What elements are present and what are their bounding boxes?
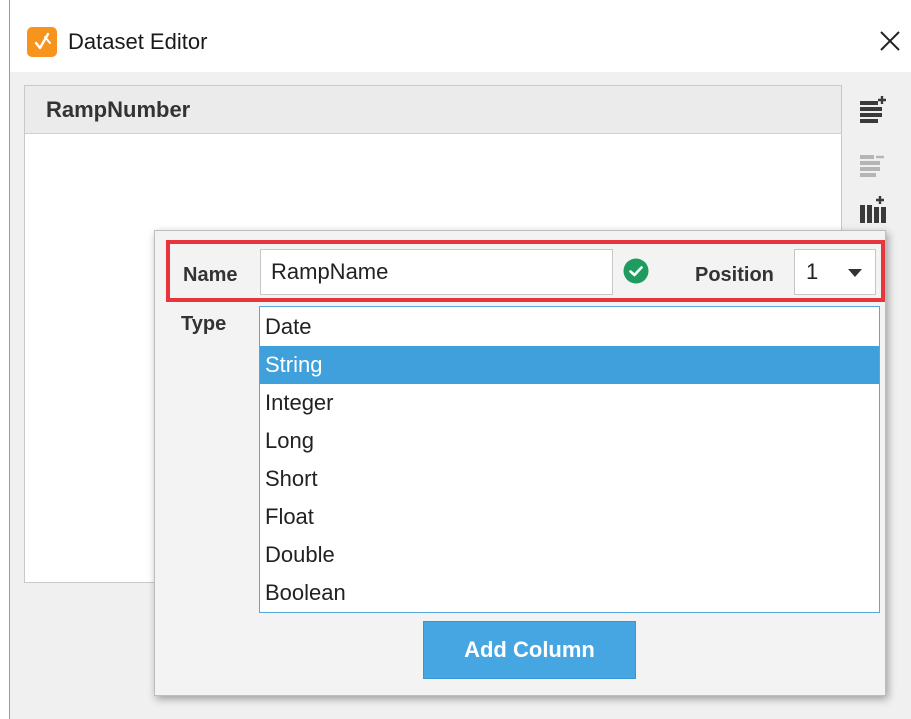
type-option-boolean[interactable]: Boolean bbox=[260, 574, 879, 612]
name-input[interactable] bbox=[260, 249, 613, 295]
add-column-button[interactable] bbox=[858, 95, 888, 125]
column-header-label: RampNumber bbox=[46, 97, 191, 122]
add-row-icon bbox=[860, 196, 886, 223]
type-option-short[interactable]: Short bbox=[260, 460, 879, 498]
type-label: Type bbox=[181, 313, 227, 335]
close-icon bbox=[880, 31, 900, 51]
type-list[interactable]: Date String Integer Long Short Float Dou… bbox=[259, 306, 880, 613]
type-option-integer[interactable]: Integer bbox=[260, 384, 879, 422]
position-value: 1 bbox=[806, 259, 819, 284]
add-column-submit-button[interactable]: Add Column bbox=[423, 621, 636, 679]
title-bar: Dataset Editor bbox=[10, 0, 911, 72]
type-option-date[interactable]: Date bbox=[260, 308, 879, 346]
valid-check-icon bbox=[623, 258, 649, 284]
add-column-popup: Name Position 1 Type Date String Integer… bbox=[154, 230, 886, 696]
position-label: Position bbox=[695, 264, 774, 286]
add-column-icon bbox=[860, 96, 886, 123]
remove-column-button[interactable] bbox=[858, 151, 888, 181]
type-option-double[interactable]: Double bbox=[260, 536, 879, 574]
ignition-app-icon bbox=[27, 27, 57, 57]
name-label: Name bbox=[183, 264, 238, 286]
chevron-down-icon bbox=[848, 269, 862, 277]
column-header[interactable]: RampNumber bbox=[25, 86, 841, 134]
position-dropdown[interactable]: 1 bbox=[794, 249, 876, 295]
close-button[interactable] bbox=[870, 22, 910, 60]
remove-column-icon bbox=[860, 155, 884, 177]
dataset-editor-window: Dataset Editor RampNumber Name RampName … bbox=[9, 0, 911, 719]
add-row-button[interactable] bbox=[858, 195, 888, 225]
type-option-long[interactable]: Long bbox=[260, 422, 879, 460]
window-title: Dataset Editor bbox=[68, 29, 208, 54]
table-toolbar bbox=[848, 85, 898, 225]
type-option-float[interactable]: Float bbox=[260, 498, 879, 536]
type-option-string[interactable]: String bbox=[260, 346, 879, 384]
